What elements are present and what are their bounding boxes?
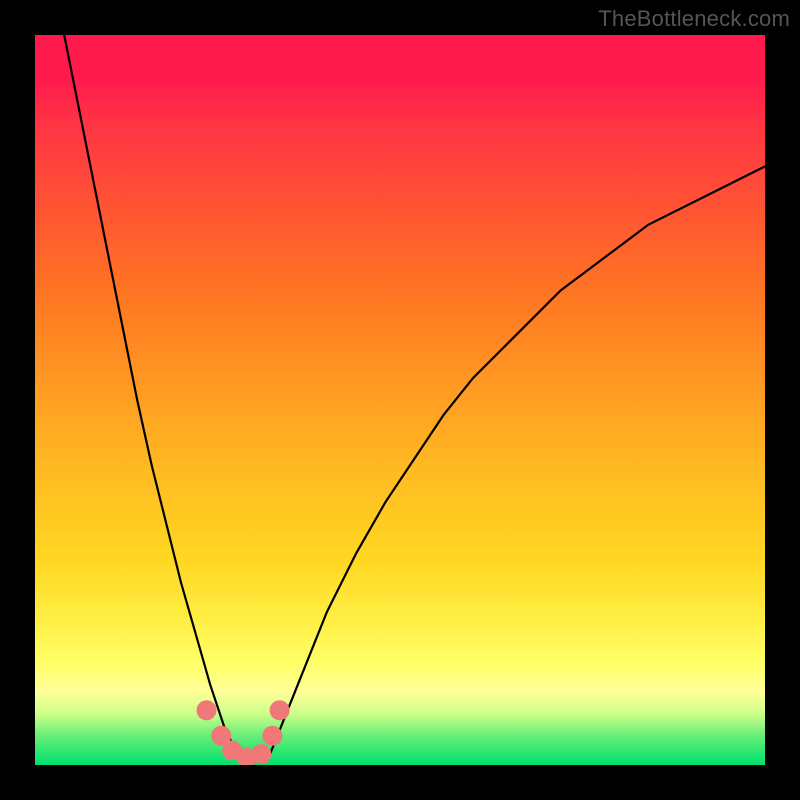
attribution-text: TheBottleneck.com xyxy=(598,6,790,32)
marker-dot xyxy=(262,726,282,746)
marker-dot xyxy=(197,700,217,720)
marker-dot xyxy=(251,744,271,764)
outer-frame: TheBottleneck.com xyxy=(0,0,800,800)
marker-group xyxy=(197,700,290,765)
bottleneck-curve-right xyxy=(269,166,765,757)
curve-layer xyxy=(35,35,765,765)
marker-dot xyxy=(270,700,290,720)
plot-area xyxy=(35,35,765,765)
bottleneck-curve-left xyxy=(64,35,239,758)
